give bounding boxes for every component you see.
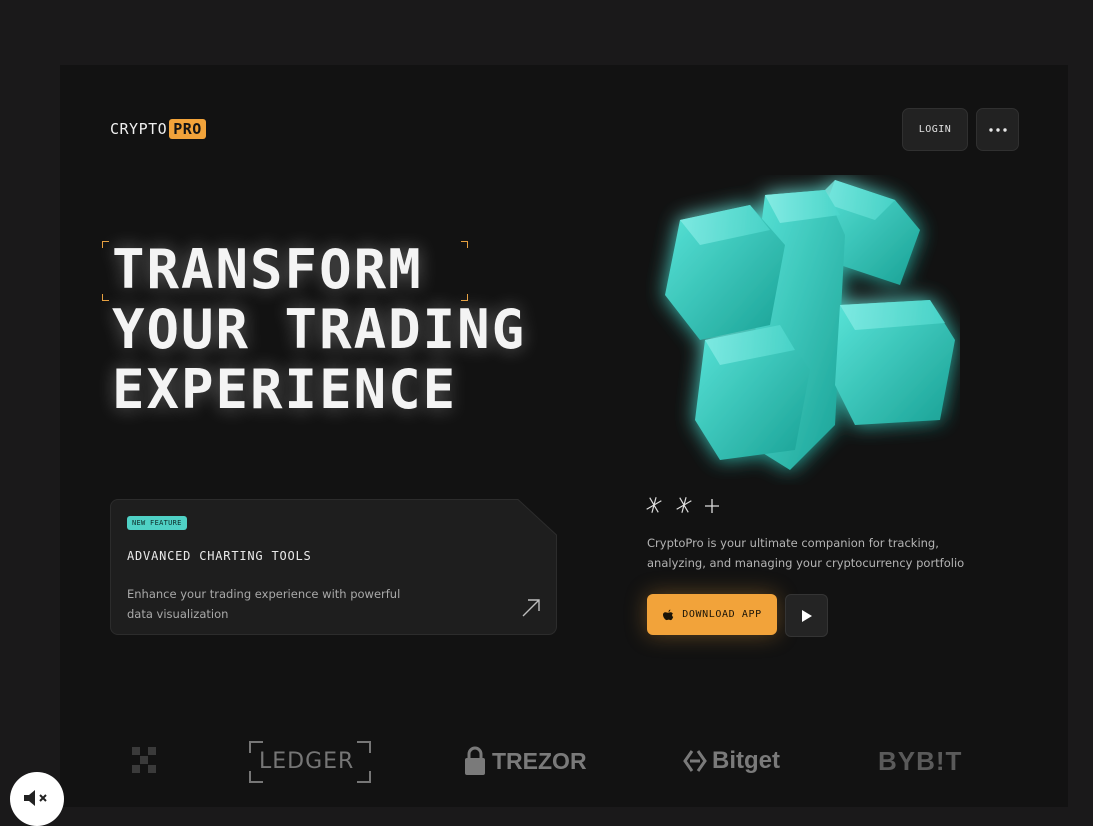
hero-title-line: TRANSFORM (112, 238, 423, 301)
trezor-logo: TREZOR (464, 737, 587, 785)
hero-title: TRANSFORM YOUR TRADING EXPERIENCE (112, 240, 526, 420)
partner-icon (132, 747, 156, 773)
feature-title: ADVANCED CHARTING TOOLS (127, 549, 312, 563)
hero-title-line: EXPERIENCE (112, 358, 458, 421)
feature-description: Enhance your trading experience with pow… (127, 587, 401, 621)
menu-button[interactable] (976, 108, 1019, 151)
partner-logos: LEDGER TREZOR Bitget BYB!T (60, 737, 1068, 797)
ledger-logo: LEDGER (249, 737, 371, 785)
logo-text: CRYPTO (110, 120, 168, 138)
title-corner-bracket (102, 294, 109, 301)
logo[interactable]: CRYPTO PRO (110, 119, 206, 139)
more-dots-icon (988, 127, 1007, 132)
bybit-text: BYB!T (878, 745, 963, 776)
sparkle-icons (646, 497, 719, 513)
crypto-cube-illustration (665, 180, 955, 470)
mute-button[interactable] (10, 772, 64, 826)
new-feature-badge: NEW FEATURE (127, 516, 187, 530)
play-video-button[interactable] (785, 594, 828, 637)
hero-title-line: YOUR TRADING (112, 298, 527, 361)
feature-card[interactable]: NEW FEATURE ADVANCED CHARTING TOOLS Enha… (110, 499, 557, 635)
bitget-text: Bitget (712, 747, 780, 774)
bitget-icon (683, 750, 707, 772)
play-icon (801, 609, 812, 622)
download-app-label: DOWNLOAD APP (682, 609, 762, 620)
ledger-frame-icon (249, 741, 371, 783)
landing-page: CRYPTO PRO LOGIN TRANSFORM YOUR TRADING … (60, 65, 1068, 807)
bitget-logo: Bitget (682, 737, 780, 785)
logo-badge: PRO (169, 119, 206, 139)
tagline: CryptoPro is your ultimate companion for… (647, 536, 965, 570)
arrow-up-right-icon[interactable] (520, 597, 542, 619)
bybit-logo: BYB!T (878, 737, 962, 785)
speaker-muted-icon (24, 790, 47, 806)
title-corner-bracket (102, 241, 109, 248)
trezor-text: TREZOR (492, 747, 587, 774)
lock-icon (465, 746, 485, 775)
login-button[interactable]: LOGIN (902, 108, 968, 151)
download-app-button[interactable]: DOWNLOAD APP (647, 594, 777, 635)
apple-icon (663, 609, 674, 620)
